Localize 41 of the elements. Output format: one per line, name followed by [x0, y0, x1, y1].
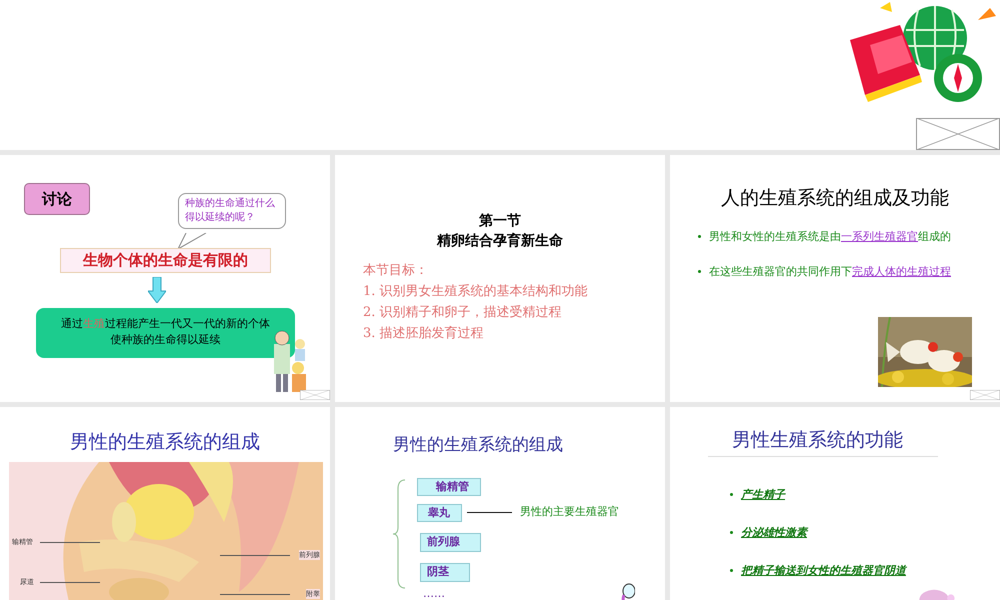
- ellipsis-text: ……: [423, 587, 445, 600]
- objectives-label: 本节目标：: [363, 262, 429, 280]
- slide-thumbnail[interactable]: 讨论 种族的生命通过什么得以延续的呢？ 生物个体的生命是有限的 通过生殖过程能产生一代又一代的新的个体 使种族的生命得以延续: [0, 155, 330, 402]
- bullet-icon: [698, 235, 701, 238]
- speech-bubble: 种族的生命通过什么得以延续的呢？: [178, 193, 286, 229]
- note-text: 男性的主要生殖器官: [520, 504, 619, 519]
- discussion-label: 讨论: [24, 183, 90, 215]
- slide-title: 人的生殖系统的组成及功能: [720, 186, 950, 211]
- link[interactable]: 完成人体的生殖过程: [852, 265, 951, 278]
- brace-icon: [393, 479, 405, 589]
- slide-title: 男性生殖系统的功能: [732, 428, 903, 453]
- image-placeholder-icon: [300, 390, 330, 400]
- slide-thumbnail[interactable]: 男性生殖系统的功能 产生精子 分泌雄性激素 把精子输送到女性的生殖器官阴道: [670, 407, 1000, 600]
- link[interactable]: 一系列生殖器官: [841, 230, 918, 243]
- objective-item: 2. 识别精子和卵子，描述受精过程: [363, 304, 563, 322]
- bullet-icon: [730, 569, 733, 572]
- bullet-icon: [698, 270, 701, 273]
- bullet-icon: [730, 531, 733, 534]
- objective-item: 3. 描述胚胎发育过程: [363, 324, 485, 343]
- objective-item: 1. 识别男女生殖系统的基本结构和功能: [363, 283, 588, 301]
- slide-title: 男性的生殖系统的组成: [69, 430, 261, 455]
- slide-title: 男性的生殖系统的组成: [393, 434, 563, 456]
- result-box: 通过生殖过程能产生一代又一代的新的个体 使种族的生命得以延续: [36, 308, 295, 358]
- bullet-text: 把精子输送到女性的生殖器官阴道: [741, 563, 906, 578]
- banner-text: 生物个体的生命是有限的: [60, 248, 271, 273]
- organ-label: 睾丸: [417, 504, 462, 522]
- organ-label: 前列腺: [420, 533, 481, 552]
- bullet-text: 在这些生殖器官的共同作用下完成人体的生殖过程: [709, 264, 951, 279]
- section-heading: 第一节 精卵结合孕育新生命: [436, 212, 564, 251]
- bullet-icon: [730, 493, 733, 496]
- slide-thumbnail[interactable]: 人的生殖系统的组成及功能 男性和女性的生殖系统是由一系列生殖器官组成的 在这些生殖器官的共同作用下完成人体的生殖过程: [670, 155, 1000, 402]
- bubble-tail-icon: [178, 233, 208, 249]
- bullet-text: 男性和女性的生殖系统是由一系列生殖器官组成的: [709, 229, 951, 244]
- slide-thumbnail[interactable]: 第一节 精卵结合孕育新生命 本节目标： 1. 识别男女生殖系统的基本结构和功能 2. 识别精子和卵子，描述受精过程 3. 描述胚胎发育过程: [335, 155, 665, 402]
- organ-label: 阴茎: [420, 563, 470, 582]
- organ-label: 输精管: [417, 478, 481, 496]
- down-arrow-icon: [148, 277, 166, 303]
- slide-thumbnail[interactable]: 男性的生殖系统的组成 输精管 睾丸 前列腺 阴茎 男性的主要生殖器官 ……: [335, 407, 665, 600]
- bullet-text: 分泌雄性激素: [741, 525, 807, 540]
- bullet-text: 产生精子: [741, 487, 785, 502]
- image-placeholder-icon: [970, 390, 1000, 400]
